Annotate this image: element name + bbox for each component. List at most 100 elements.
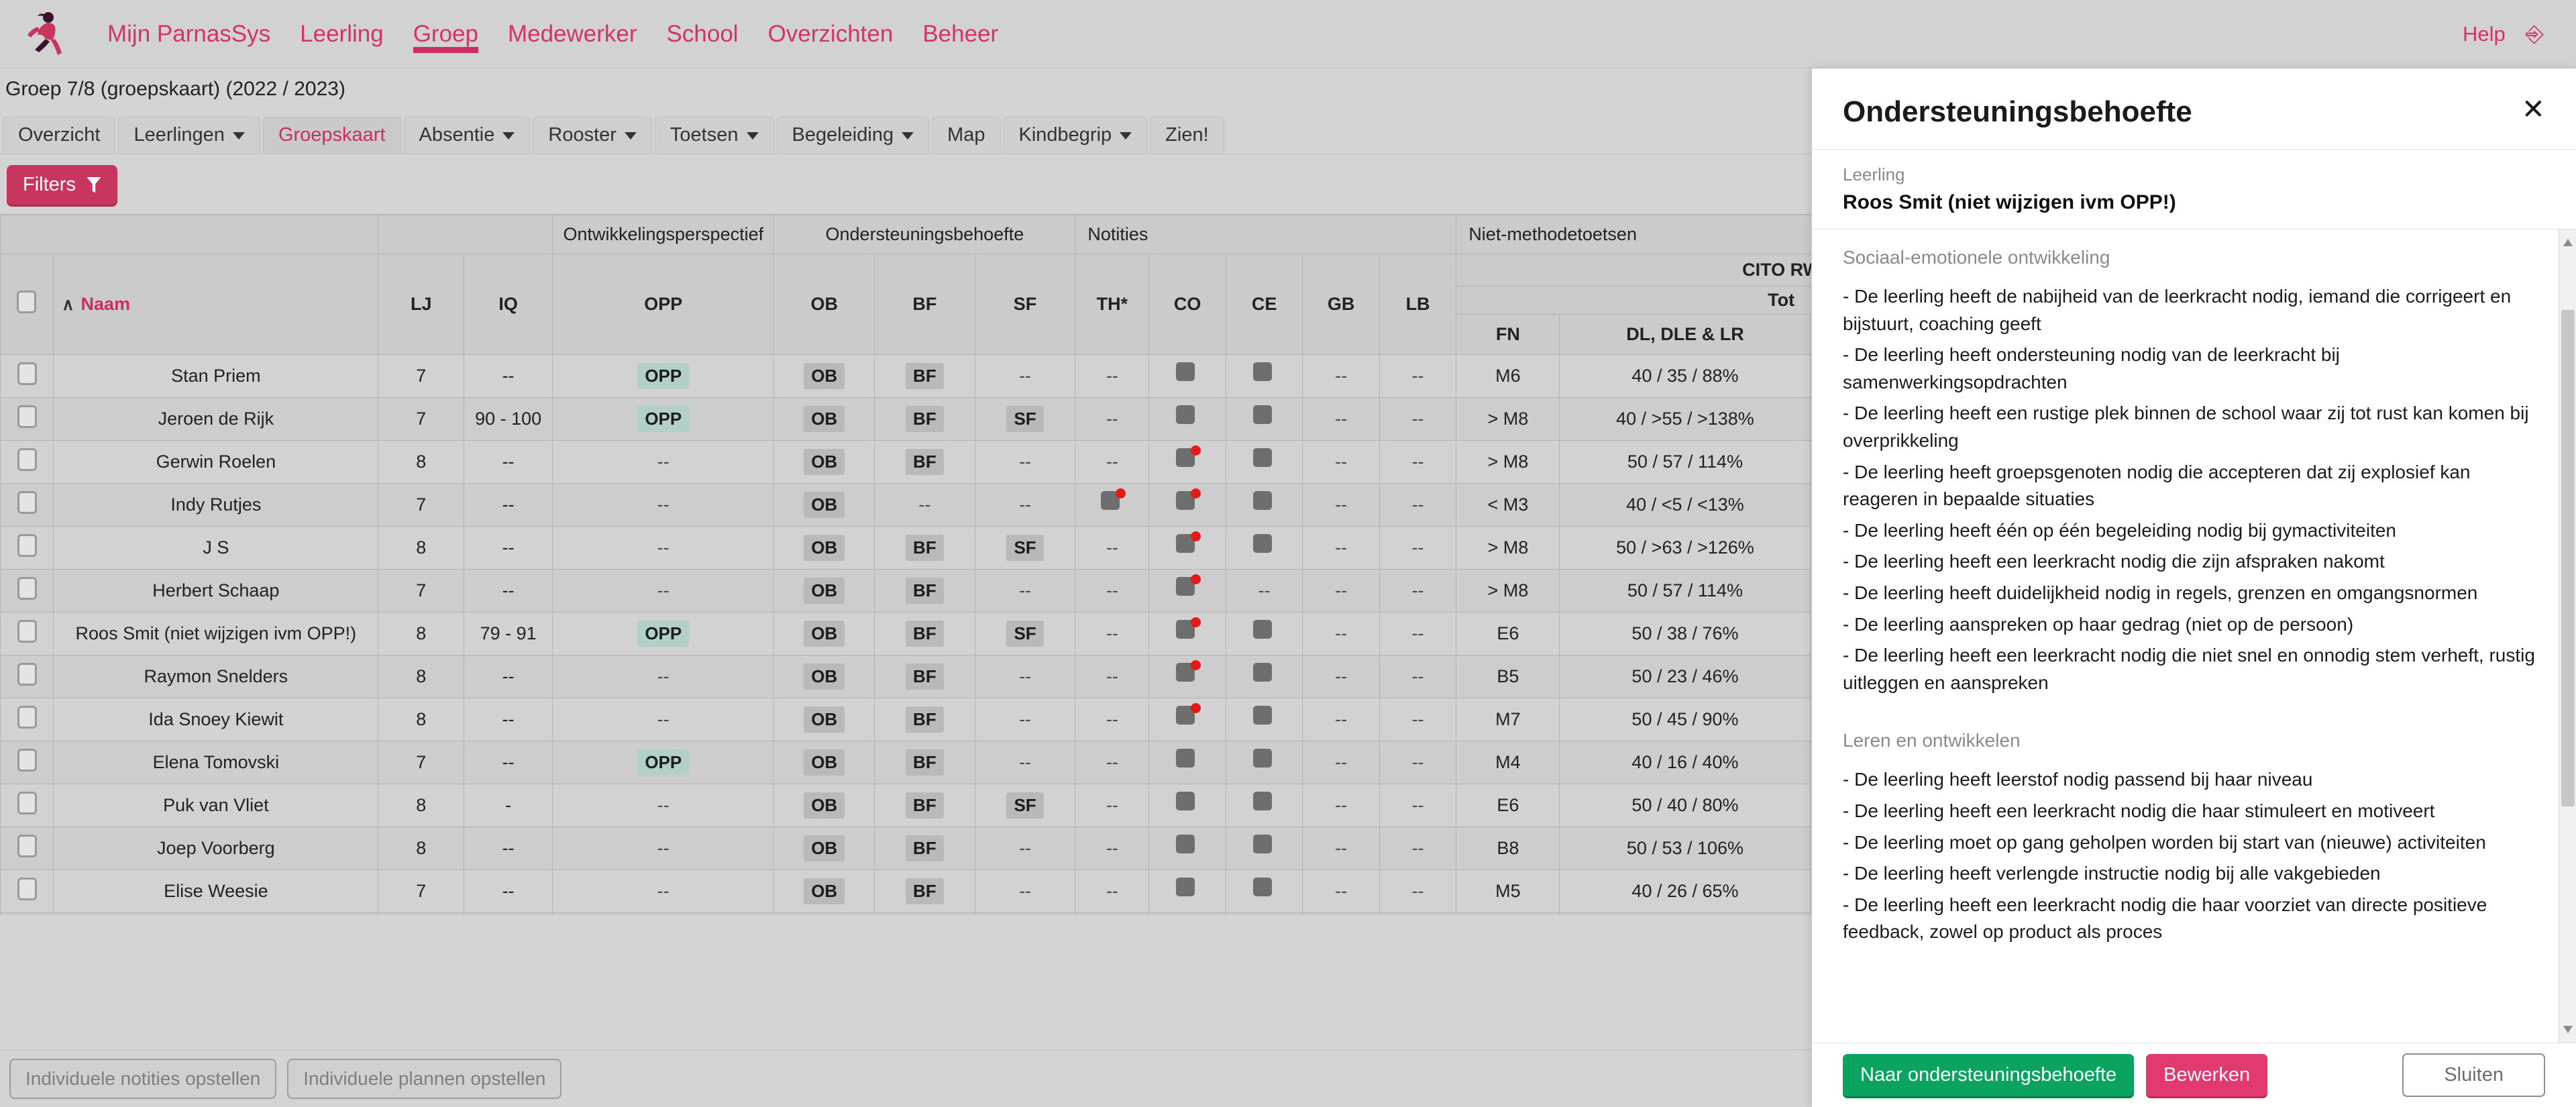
note-icon[interactable] [1252, 362, 1276, 385]
ob-cell[interactable]: OB [773, 784, 875, 827]
ob-cell-badge[interactable]: OB [804, 621, 845, 647]
ob-cell[interactable]: OB [773, 569, 875, 613]
ce-cell[interactable] [1225, 612, 1303, 655]
student-name-cell[interactable]: Indy Rutjes [53, 483, 379, 527]
ob-cell[interactable]: OB [773, 698, 875, 741]
table-row[interactable]: Elena Tomovski 7 -- OPP OB BF -- -- -- -- M4 40 / 1… [0, 741, 2107, 784]
row-checkbox[interactable] [17, 792, 37, 814]
student-name-cell[interactable]: Joep Voorberg [53, 827, 379, 870]
note-icon[interactable] [1176, 362, 1199, 386]
co-cell[interactable] [1148, 784, 1226, 827]
row-checkbox[interactable] [17, 491, 37, 514]
ob-cell[interactable]: OB [773, 483, 875, 527]
tab-leerlingen[interactable]: Leerlingen [118, 117, 260, 154]
bf-cell[interactable]: BF [874, 397, 975, 441]
row-checkbox[interactable] [17, 835, 37, 857]
row-checkbox[interactable] [17, 878, 37, 900]
note-icon[interactable] [1252, 620, 1276, 643]
running-person-logo-icon[interactable] [23, 10, 70, 58]
note-icon[interactable] [1100, 488, 1126, 514]
opp-cell-badge[interactable]: OPP [637, 363, 690, 389]
sluiten-button[interactable]: Sluiten [2402, 1053, 2545, 1097]
bf-cell[interactable]: BF [874, 741, 975, 784]
ce-cell[interactable] [1225, 869, 1303, 913]
ob-cell-badge[interactable]: OB [804, 664, 845, 690]
ob-cell[interactable]: OB [773, 354, 875, 398]
ce-cell[interactable] [1225, 698, 1303, 741]
scroll-down-icon[interactable] [2563, 1026, 2573, 1033]
ob-cell-badge[interactable]: OB [804, 449, 845, 475]
ce-cell[interactable] [1225, 483, 1303, 527]
bf-cell[interactable]: BF [874, 569, 975, 613]
co-cell[interactable] [1148, 698, 1226, 741]
hdr-bf[interactable]: BF [874, 254, 975, 355]
note-icon[interactable] [1252, 663, 1276, 686]
row-checkbox[interactable] [17, 448, 37, 471]
hdr-sf[interactable]: SF [974, 254, 1076, 355]
student-name-cell[interactable]: J S [53, 526, 379, 570]
bf-cell-badge[interactable]: BF [906, 406, 944, 432]
sf-cell-badge[interactable]: SF [1006, 792, 1044, 819]
hdr-ce[interactable]: CE [1225, 254, 1303, 355]
row-checkbox-cell[interactable] [0, 440, 54, 484]
note-icon[interactable] [1176, 660, 1201, 686]
note-icon[interactable] [1176, 792, 1199, 815]
panel-scrollbar[interactable] [2559, 229, 2576, 1043]
opp-cell[interactable]: OPP [552, 397, 775, 441]
table-row[interactable]: J S 8 -- -- OB BF SF -- -- -- > M8 50 / >63 / >126%… [0, 526, 2107, 570]
tab-toetsen[interactable]: Toetsen [654, 117, 774, 154]
bf-cell-badge[interactable]: BF [906, 706, 944, 733]
ob-cell-badge[interactable]: OB [804, 835, 845, 861]
row-checkbox-cell[interactable] [0, 869, 54, 913]
hdr-lb[interactable]: LB [1379, 254, 1457, 355]
sf-cell[interactable]: SF [974, 612, 1076, 655]
bf-cell-badge[interactable]: BF [906, 835, 944, 861]
hdr-iq[interactable]: IQ [464, 254, 553, 355]
sf-cell-badge[interactable]: SF [1006, 621, 1044, 647]
bf-cell-badge[interactable]: BF [906, 578, 944, 604]
co-cell[interactable] [1148, 741, 1226, 784]
ce-cell[interactable] [1225, 655, 1303, 698]
ob-cell[interactable]: OB [773, 397, 875, 441]
row-checkbox[interactable] [17, 534, 37, 557]
opp-cell[interactable]: OPP [552, 741, 775, 784]
co-cell[interactable] [1148, 483, 1226, 527]
tab-overzicht[interactable]: Overzicht [3, 117, 116, 154]
student-name-cell[interactable]: Elise Weesie [53, 869, 379, 913]
row-checkbox-cell[interactable] [0, 741, 54, 784]
table-row[interactable]: Jeroen de Rijk 7 90 - 100 OPP OB BF SF -- -- -- > … [0, 397, 2107, 441]
student-name-cell[interactable]: Stan Priem [53, 354, 379, 398]
bf-cell[interactable]: BF [874, 784, 975, 827]
table-row[interactable]: Gerwin Roelen 8 -- -- OB BF -- -- -- -- > M8 50 / 5… [0, 440, 2107, 484]
note-icon[interactable] [1252, 792, 1276, 814]
tab-kindbegrip[interactable]: Kindbegrip [1003, 117, 1148, 154]
row-checkbox[interactable] [17, 405, 37, 428]
bf-cell-badge[interactable]: BF [906, 664, 944, 690]
note-icon[interactable] [1252, 835, 1276, 857]
hdr-lj[interactable]: LJ [378, 254, 465, 355]
individuele-plannen-opstellen-button[interactable]: Individuele plannen opstellen [287, 1058, 562, 1099]
note-icon[interactable] [1252, 448, 1276, 471]
sf-cell[interactable]: SF [974, 526, 1076, 570]
ob-cell-badge[interactable]: OB [804, 578, 845, 604]
sf-cell[interactable]: SF [974, 397, 1076, 441]
hdr-naam[interactable]: ∧ Naam [53, 254, 379, 355]
note-icon[interactable] [1252, 534, 1276, 557]
student-name-cell[interactable]: Elena Tomovski [53, 741, 379, 784]
co-cell[interactable] [1148, 869, 1226, 913]
ob-cell[interactable]: OB [773, 869, 875, 913]
ob-cell[interactable]: OB [773, 655, 875, 698]
row-checkbox[interactable] [17, 577, 37, 600]
student-name-cell[interactable]: Ida Snoey Kiewit [53, 698, 379, 741]
bewerken-button[interactable]: Bewerken [2146, 1054, 2268, 1096]
row-checkbox[interactable] [17, 362, 37, 385]
ce-cell[interactable] [1225, 784, 1303, 827]
select-all-checkbox[interactable] [17, 291, 36, 313]
bf-cell-badge[interactable]: BF [906, 449, 944, 475]
co-cell[interactable] [1148, 655, 1226, 698]
ob-cell-badge[interactable]: OB [804, 492, 845, 518]
ce-cell[interactable] [1225, 526, 1303, 570]
bf-cell[interactable]: BF [874, 440, 975, 484]
bf-cell[interactable]: BF [874, 869, 975, 913]
note-icon[interactable] [1252, 491, 1276, 514]
